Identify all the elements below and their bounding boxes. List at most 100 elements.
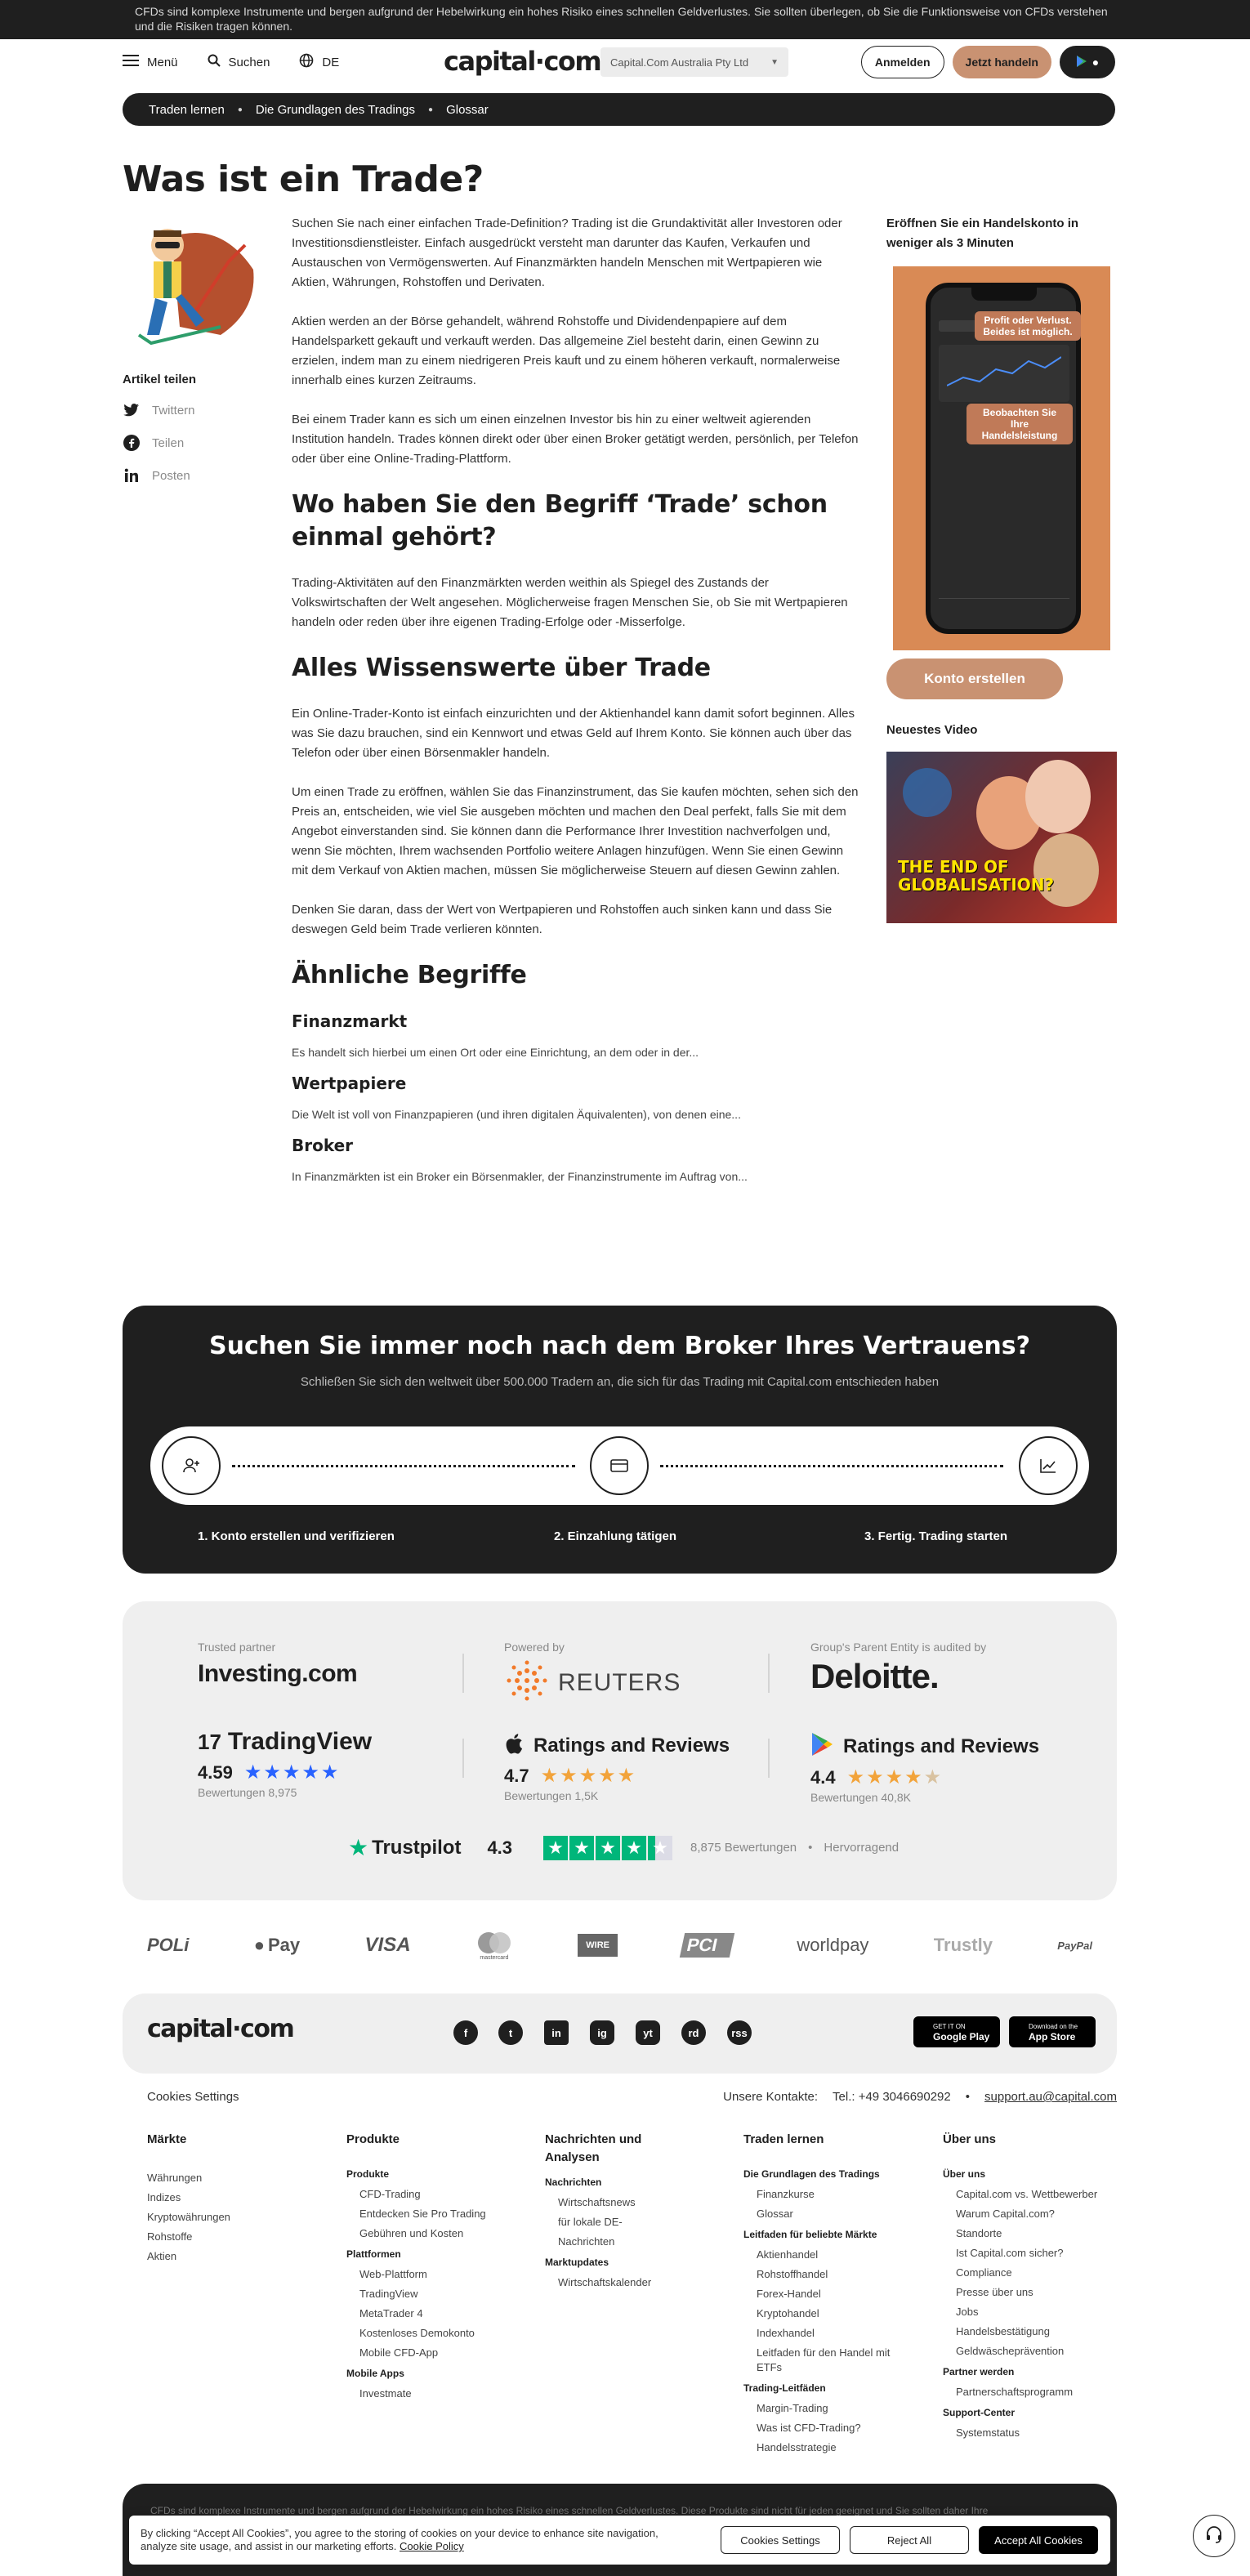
breadcrumb: Traden lernen ● Die Grundlagen des Tradi… xyxy=(123,93,1115,126)
app-store-badge[interactable]: Download on the App Store xyxy=(1009,2016,1096,2047)
footer-link[interactable]: CFD-Trading xyxy=(346,2185,534,2204)
footer-link[interactable]: TradingView xyxy=(346,2284,534,2304)
footer-link[interactable]: Margin-Trading xyxy=(743,2399,907,2418)
footer-col-products: Produkte Produkte CFD-Trading Entdecken … xyxy=(346,2131,534,2404)
reddit-icon[interactable]: rd xyxy=(681,2020,706,2045)
share-linkedin[interactable]: Posten xyxy=(123,467,278,484)
footer-link[interactable]: Standorte xyxy=(943,2224,1106,2243)
reject-all-button[interactable]: Reject All xyxy=(850,2526,969,2554)
related-term-link[interactable]: Broker xyxy=(292,1136,862,1155)
related-term-link[interactable]: Wertpapiere xyxy=(292,1074,862,1093)
footer-section[interactable]: Marktupdates xyxy=(545,2257,676,2268)
footer-link[interactable]: Jobs xyxy=(943,2302,1106,2322)
footer-link[interactable]: Finanzkurse xyxy=(743,2185,907,2204)
footer-section[interactable]: Die Grundlagen des Tradings xyxy=(743,2168,907,2180)
footer-section[interactable]: Trading-Leitfäden xyxy=(743,2382,907,2394)
footer-section[interactable]: Über uns xyxy=(943,2168,1106,2180)
footer-link[interactable]: Partnerschaftsprogramm xyxy=(943,2382,1106,2402)
linkedin-icon[interactable]: in xyxy=(544,2020,569,2045)
footer-link[interactable]: Warum Capital.com? xyxy=(943,2204,1106,2224)
footer-link[interactable]: Gebühren und Kosten xyxy=(346,2224,534,2243)
footer-col-title: Nachrichten und Analysen xyxy=(545,2132,642,2164)
broker-cta-subtitle: Schließen Sie sich den weltweit über 500… xyxy=(300,1375,940,1389)
footer-link[interactable]: Aktienhandel xyxy=(743,2245,907,2265)
facebook-icon xyxy=(123,434,141,452)
footer-link[interactable]: Kryptohandel xyxy=(743,2304,907,2324)
footer-link[interactable]: Kryptowährungen xyxy=(147,2208,335,2227)
globe-icon xyxy=(299,53,314,71)
footer-link[interactable]: für lokale DE-Nachrichten xyxy=(545,2212,676,2252)
youtube-icon[interactable]: yt xyxy=(636,2020,660,2045)
cookie-policy-link[interactable]: Cookie Policy xyxy=(400,2540,464,2552)
footer-link[interactable]: Ist Capital.com sicher? xyxy=(943,2243,1106,2263)
accept-all-button[interactable]: Accept All Cookies xyxy=(979,2526,1098,2554)
breadcrumb-item-glossar[interactable]: Glossar xyxy=(446,103,489,117)
latest-video-thumbnail[interactable]: THE END OF GLOBALISATION? xyxy=(886,752,1117,923)
footer-link[interactable]: Rohstoffe xyxy=(147,2227,335,2247)
footer-link[interactable]: Handelsbestätigung xyxy=(943,2322,1106,2342)
breadcrumb-item-grundlagen[interactable]: Die Grundlagen des Tradings xyxy=(256,103,415,117)
cookies-settings-link[interactable]: Cookies Settings xyxy=(147,2090,239,2104)
footer-link[interactable]: Leitfaden für den Handel mit ETFs xyxy=(743,2343,907,2377)
menu-button[interactable]: Menü xyxy=(123,54,178,70)
footer-link[interactable]: Web-Plattform xyxy=(346,2265,534,2284)
footer-link[interactable]: Investmate xyxy=(346,2384,534,2404)
footer-section[interactable]: Partner werden xyxy=(943,2366,1106,2377)
footer-section[interactable]: Mobile Apps xyxy=(346,2368,534,2379)
footer-link[interactable]: Systemstatus xyxy=(943,2423,1106,2443)
rss-icon[interactable]: rss xyxy=(727,2020,752,2045)
entity-selector[interactable]: Capital.Com Australia Pty Ltd ▼ xyxy=(600,47,788,77)
related-term-link[interactable]: Finanzmarkt xyxy=(292,1011,862,1031)
footer-section[interactable]: Leitfaden für beliebte Märkte xyxy=(743,2229,907,2240)
capital-com-logo[interactable]: capital·com xyxy=(444,46,602,77)
footer-link[interactable]: Aktien xyxy=(147,2247,335,2266)
search-button[interactable]: Suchen xyxy=(208,54,270,70)
cookies-settings-button[interactable]: Cookies Settings xyxy=(721,2526,840,2554)
footer-link[interactable]: Mobile CFD-App xyxy=(346,2343,534,2363)
footer-link[interactable]: Indexhandel xyxy=(743,2324,907,2343)
footer-section[interactable]: Nachrichten xyxy=(545,2176,676,2188)
trade-now-button[interactable]: Jetzt handeln xyxy=(952,46,1051,78)
footer-link[interactable]: MetaTrader 4 xyxy=(346,2304,534,2324)
footer-link[interactable]: Forex-Handel xyxy=(743,2284,907,2304)
footer-section[interactable]: Produkte xyxy=(346,2168,534,2180)
footer-link[interactable]: Währungen xyxy=(147,2168,335,2188)
phone-link[interactable]: Tel.: +49 3046690292 xyxy=(833,2090,951,2104)
trustpilot-logo: Trustpilot xyxy=(372,1836,462,1859)
breadcrumb-separator: ● xyxy=(428,105,434,114)
footer-link[interactable]: Compliance xyxy=(943,2263,1106,2283)
linkedin-icon xyxy=(123,467,141,484)
footer-link[interactable]: Kostenloses Demokonto xyxy=(346,2324,534,2343)
footer-link[interactable]: Wirtschaftskalender xyxy=(545,2273,676,2293)
twitter-icon xyxy=(123,401,141,419)
footer-link[interactable]: Rohstoffhandel xyxy=(743,2265,907,2284)
search-icon xyxy=(208,54,221,70)
twitter-icon[interactable]: t xyxy=(498,2020,523,2045)
footer-link[interactable]: Capital.com vs. Wettbewerber xyxy=(943,2185,1106,2204)
entity-label: Capital.Com Australia Pty Ltd xyxy=(610,56,749,69)
facebook-icon[interactable]: f xyxy=(453,2020,478,2045)
footer-link[interactable]: Handelsstrategie xyxy=(743,2438,907,2458)
app-download-button[interactable]: ● xyxy=(1060,46,1115,78)
footer-section[interactable]: Support-Center xyxy=(943,2407,1106,2418)
footer-link[interactable]: Geldwäscheprävention xyxy=(943,2342,1106,2361)
footer-link[interactable]: Indizes xyxy=(147,2188,335,2208)
email-link[interactable]: support.au@capital.com xyxy=(984,2090,1117,2104)
share-twitter[interactable]: Twittern xyxy=(123,401,278,419)
footer-link[interactable]: Presse über uns xyxy=(943,2283,1106,2302)
footer-link[interactable]: Wirtschaftsnews xyxy=(545,2193,676,2212)
footer-section[interactable]: Plattformen xyxy=(346,2248,534,2260)
chart-icon xyxy=(1019,1436,1078,1495)
language-selector[interactable]: DE xyxy=(299,53,339,71)
support-chat-button[interactable] xyxy=(1193,2515,1235,2557)
footer-link[interactable]: Entdecken Sie Pro Trading xyxy=(346,2204,534,2224)
footer-link[interactable]: Glossar xyxy=(743,2204,907,2224)
login-button[interactable]: Anmelden xyxy=(860,46,944,78)
create-account-button[interactable]: Konto erstellen xyxy=(886,659,1063,699)
instagram-icon[interactable]: ig xyxy=(590,2020,614,2045)
google-play-badge[interactable]: GET IT ON Google Play xyxy=(913,2016,1000,2047)
breadcrumb-item-traden-lernen[interactable]: Traden lernen xyxy=(149,103,225,117)
footer-link[interactable]: Was ist CFD-Trading? xyxy=(743,2418,907,2438)
share-facebook[interactable]: Teilen xyxy=(123,434,278,452)
footer-logo[interactable]: capital·com xyxy=(147,2015,295,2043)
